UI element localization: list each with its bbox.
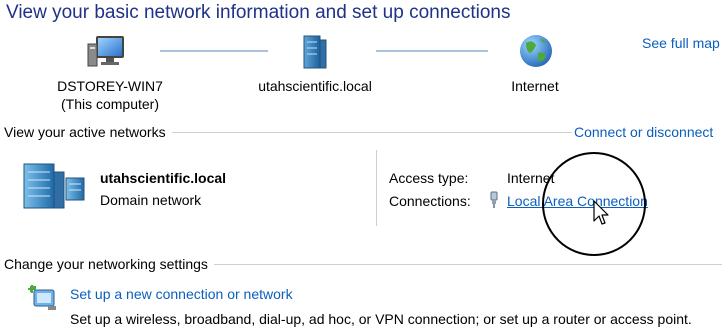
domain-name[interactable]: utahscientific.local <box>240 78 390 94</box>
page-title: View your basic network information and … <box>6 2 511 23</box>
domain-network-icon <box>23 163 85 209</box>
connect-disconnect-link[interactable]: Connect or disconnect <box>574 124 713 140</box>
connection-line-1 <box>160 50 268 52</box>
active-network-type[interactable]: Domain network <box>100 192 201 208</box>
active-networks-title: View your active networks <box>4 124 172 140</box>
networking-settings-title: Change your networking settings <box>4 256 214 272</box>
connection-line-2 <box>376 50 488 52</box>
internet-label[interactable]: Internet <box>490 78 580 94</box>
network-vertical-divider <box>376 150 377 226</box>
setup-connection-link[interactable]: Set up a new connection or network <box>70 286 293 302</box>
mouse-cursor-icon <box>593 200 609 225</box>
globe-icon <box>520 35 552 67</box>
new-connection-icon <box>28 285 56 310</box>
access-type-label: Access type: <box>389 170 469 186</box>
computer-sub: (This computer) <box>60 96 160 112</box>
connections-label: Connections: <box>389 193 471 209</box>
setup-connection-desc: Set up a wireless, broadband, dial-up, a… <box>70 311 692 327</box>
computer-name[interactable]: DSTOREY-WIN7 <box>46 78 174 94</box>
computer-icon <box>87 36 124 67</box>
active-network-name: utahscientific.local <box>100 170 227 186</box>
ethernet-plug-icon <box>490 191 498 208</box>
server-icon <box>303 35 327 69</box>
see-full-map-link[interactable]: See full map <box>642 35 720 51</box>
